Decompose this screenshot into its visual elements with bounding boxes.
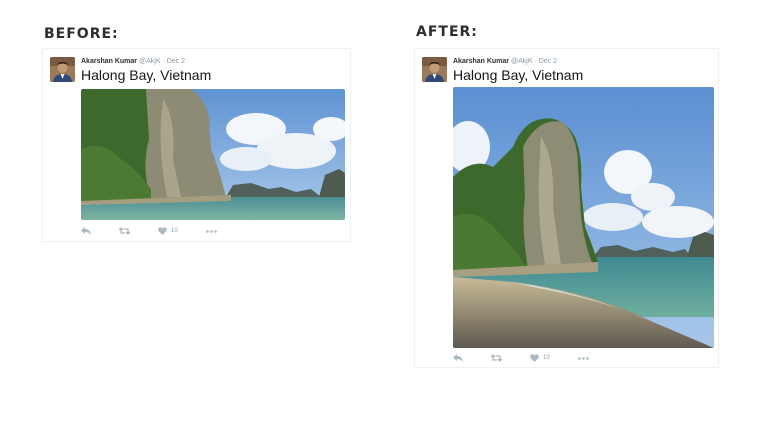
tweet-text: Halong Bay, Vietnam: [453, 67, 584, 83]
author-name[interactable]: Akarshan Kumar: [81, 58, 137, 65]
like-count: 10: [171, 228, 178, 234]
more-icon: [577, 356, 589, 360]
meta-separator: ·: [162, 58, 165, 65]
retweet-icon: [119, 227, 130, 235]
tweet-text: Halong Bay, Vietnam: [81, 67, 212, 83]
retweet-icon: [491, 354, 502, 362]
like-button[interactable]: 10: [158, 225, 178, 237]
meta-separator: ·: [534, 58, 537, 65]
reply-icon: [81, 227, 91, 235]
more-button[interactable]: [205, 225, 217, 237]
tweet-photo-cropped[interactable]: [81, 89, 345, 220]
before-label: BEFORE:: [44, 26, 119, 42]
author-name[interactable]: Akarshan Kumar: [453, 58, 509, 65]
avatar[interactable]: [50, 57, 75, 82]
heart-icon: [530, 354, 539, 362]
tweet-actions: 10: [453, 352, 617, 364]
more-button[interactable]: [577, 352, 589, 364]
reply-icon: [453, 354, 463, 362]
tweet-meta: Akarshan Kumar @AkjK · Dec 2: [81, 58, 185, 65]
author-handle[interactable]: @AkjK: [139, 58, 161, 65]
tweet-photo-full[interactable]: [453, 87, 714, 348]
tweet-actions: 10: [81, 225, 245, 237]
like-button[interactable]: 10: [530, 352, 550, 364]
reply-button[interactable]: [81, 225, 91, 237]
after-label: AFTER:: [416, 24, 478, 40]
tweet-meta: Akarshan Kumar @AkjK · Dec 2: [453, 58, 557, 65]
like-count: 10: [543, 355, 550, 361]
avatar[interactable]: [422, 57, 447, 82]
retweet-button[interactable]: [119, 225, 130, 237]
tweet-date[interactable]: Dec 2: [539, 58, 557, 65]
heart-icon: [158, 227, 167, 235]
more-icon: [205, 229, 217, 233]
retweet-button[interactable]: [491, 352, 502, 364]
author-handle[interactable]: @AkjK: [511, 58, 533, 65]
tweet-date[interactable]: Dec 2: [167, 58, 185, 65]
reply-button[interactable]: [453, 352, 463, 364]
tweet-card-before: Akarshan Kumar @AkjK · Dec 2 Halong Bay,…: [42, 48, 351, 242]
tweet-card-after: Akarshan Kumar @AkjK · Dec 2 Halong Bay,…: [414, 48, 719, 368]
